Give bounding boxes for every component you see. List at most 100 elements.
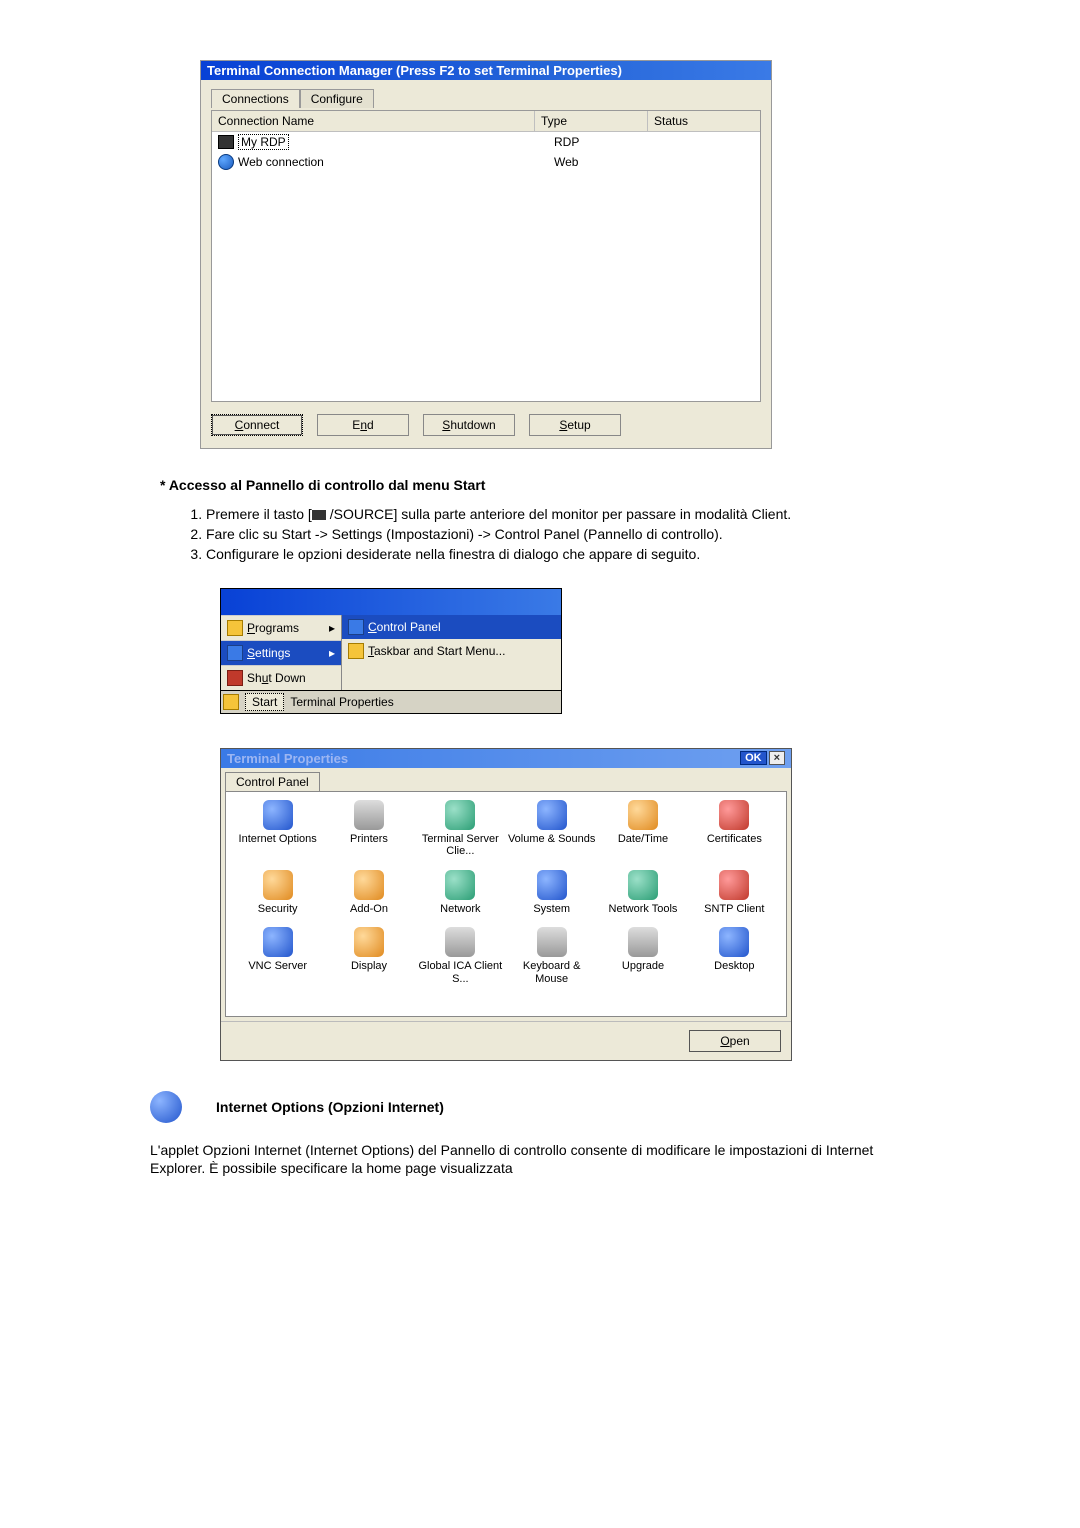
- open-button[interactable]: Open: [689, 1030, 781, 1052]
- cp-item-icon: [263, 927, 293, 957]
- control-panel-item[interactable]: Add-On: [323, 870, 414, 916]
- connection-type: Web: [554, 155, 654, 169]
- tab-control-panel[interactable]: Control Panel: [225, 772, 320, 791]
- control-panel-item[interactable]: Upgrade: [597, 927, 688, 985]
- cp-item-icon: [263, 800, 293, 830]
- start-menu-banner: [221, 589, 561, 615]
- close-button[interactable]: ×: [769, 751, 785, 765]
- submenu-control-panel[interactable]: Control Panel: [342, 615, 561, 639]
- internet-options-icon: [150, 1091, 182, 1123]
- cp-item-label: VNC Server: [232, 960, 323, 973]
- cp-item-icon: [628, 870, 658, 900]
- cp-item-label: SNTP Client: [689, 903, 780, 916]
- web-icon: [218, 154, 234, 170]
- cp-item-icon: [537, 800, 567, 830]
- cp-item-label: Printers: [323, 833, 414, 846]
- control-panel-item[interactable]: Network: [415, 870, 506, 916]
- cp-item-icon: [354, 927, 384, 957]
- cp-item-icon: [445, 870, 475, 900]
- end-button[interactable]: End: [317, 414, 409, 436]
- cp-item-label: Global ICA Client S...: [415, 960, 506, 985]
- cp-item-icon: [628, 927, 658, 957]
- start-menu-screenshot: Programs ▸ Settings ▸ Shut Down Control …: [220, 588, 562, 714]
- cp-item-label: Keyboard & Mouse: [506, 960, 597, 985]
- control-panel-item[interactable]: SNTP Client: [689, 870, 780, 916]
- control-panel-item[interactable]: Desktop: [689, 927, 780, 985]
- cp-item-label: Date/Time: [597, 833, 688, 846]
- start-item-shutdown[interactable]: Shut Down: [221, 665, 341, 690]
- control-panel-icon: [348, 619, 364, 635]
- step-item: Fare clic su Start -> Settings (Impostaz…: [206, 525, 920, 543]
- col-header-name[interactable]: Connection Name: [212, 111, 535, 131]
- internet-options-heading: Internet Options (Opzioni Internet): [216, 1099, 444, 1115]
- control-panel-item[interactable]: Keyboard & Mouse: [506, 927, 597, 985]
- cp-item-icon: [537, 927, 567, 957]
- cp-item-label: Volume & Sounds: [506, 833, 597, 846]
- chevron-right-icon: ▸: [329, 646, 335, 660]
- section-heading: * Accesso al Pannello di controllo dal m…: [160, 477, 940, 493]
- connection-name: My RDP: [238, 134, 289, 150]
- control-panel-item[interactable]: Certificates: [689, 800, 780, 858]
- start-button[interactable]: Start: [245, 693, 284, 711]
- cp-item-icon: [537, 870, 567, 900]
- shutdown-button[interactable]: Shutdown: [423, 414, 515, 436]
- cp-item-icon: [263, 870, 293, 900]
- control-panel-item[interactable]: Global ICA Client S...: [415, 927, 506, 985]
- taskbar-icon: [348, 643, 364, 659]
- control-panel-item[interactable]: VNC Server: [232, 927, 323, 985]
- taskbar-task[interactable]: Terminal Properties: [290, 695, 393, 709]
- cp-item-label: Network Tools: [597, 903, 688, 916]
- connection-name: Web connection: [238, 155, 324, 169]
- submenu-taskbar-start[interactable]: Taskbar and Start Menu...: [342, 639, 561, 663]
- cp-window-title: Terminal Properties: [227, 751, 348, 766]
- tab-configure[interactable]: Configure: [300, 89, 374, 108]
- connection-type: RDP: [554, 135, 654, 149]
- cp-item-icon: [719, 870, 749, 900]
- connection-row[interactable]: Web connection Web: [212, 152, 760, 172]
- cp-item-icon: [719, 927, 749, 957]
- control-panel-item[interactable]: Volume & Sounds: [506, 800, 597, 858]
- setup-button[interactable]: Setup: [529, 414, 621, 436]
- cp-item-label: Add-On: [323, 903, 414, 916]
- steps-list: Premere il tasto [ /SOURCE] sulla parte …: [190, 505, 920, 564]
- start-item-settings[interactable]: Settings ▸: [221, 640, 341, 665]
- cp-item-label: Display: [323, 960, 414, 973]
- cp-item-icon: [628, 800, 658, 830]
- cp-item-label: Upgrade: [597, 960, 688, 973]
- cp-item-label: Terminal Server Clie...: [415, 833, 506, 858]
- cp-item-icon: [354, 800, 384, 830]
- shutdown-icon: [227, 670, 243, 686]
- cp-item-icon: [445, 927, 475, 957]
- cp-item-label: Security: [232, 903, 323, 916]
- cp-item-label: System: [506, 903, 597, 916]
- rdp-icon: [218, 135, 234, 149]
- taskbar: Start Terminal Properties: [221, 690, 561, 713]
- connect-button[interactable]: Connect: [211, 414, 303, 436]
- cp-item-label: Desktop: [689, 960, 780, 973]
- cp-item-label: Certificates: [689, 833, 780, 846]
- ok-button[interactable]: OK: [740, 751, 767, 765]
- start-item-programs[interactable]: Programs ▸: [221, 615, 341, 640]
- col-header-status[interactable]: Status: [648, 111, 760, 131]
- control-panel-item[interactable]: Terminal Server Clie...: [415, 800, 506, 858]
- control-panel-item[interactable]: Date/Time: [597, 800, 688, 858]
- control-panel-item[interactable]: Internet Options: [232, 800, 323, 858]
- programs-icon: [227, 620, 243, 636]
- chevron-right-icon: ▸: [329, 621, 335, 635]
- tcm-list-panel: Connection Name Type Status My RDP RDP: [211, 110, 761, 402]
- terminal-properties-window: Terminal Properties OK × Control Panel I…: [220, 748, 792, 1061]
- control-panel-item[interactable]: System: [506, 870, 597, 916]
- control-panel-item[interactable]: Network Tools: [597, 870, 688, 916]
- start-flag-icon: [223, 694, 239, 710]
- connection-row[interactable]: My RDP RDP: [212, 132, 760, 152]
- internet-options-paragraph: L'applet Opzioni Internet (Internet Opti…: [150, 1141, 920, 1177]
- control-panel-item[interactable]: Security: [232, 870, 323, 916]
- step-item: Premere il tasto [ /SOURCE] sulla parte …: [206, 505, 920, 523]
- terminal-connection-manager-window: Terminal Connection Manager (Press F2 to…: [200, 60, 772, 449]
- tab-connections[interactable]: Connections: [211, 89, 300, 108]
- control-panel-item[interactable]: Display: [323, 927, 414, 985]
- control-panel-item[interactable]: Printers: [323, 800, 414, 858]
- col-header-type[interactable]: Type: [535, 111, 648, 131]
- cp-item-icon: [719, 800, 749, 830]
- settings-icon: [227, 645, 243, 661]
